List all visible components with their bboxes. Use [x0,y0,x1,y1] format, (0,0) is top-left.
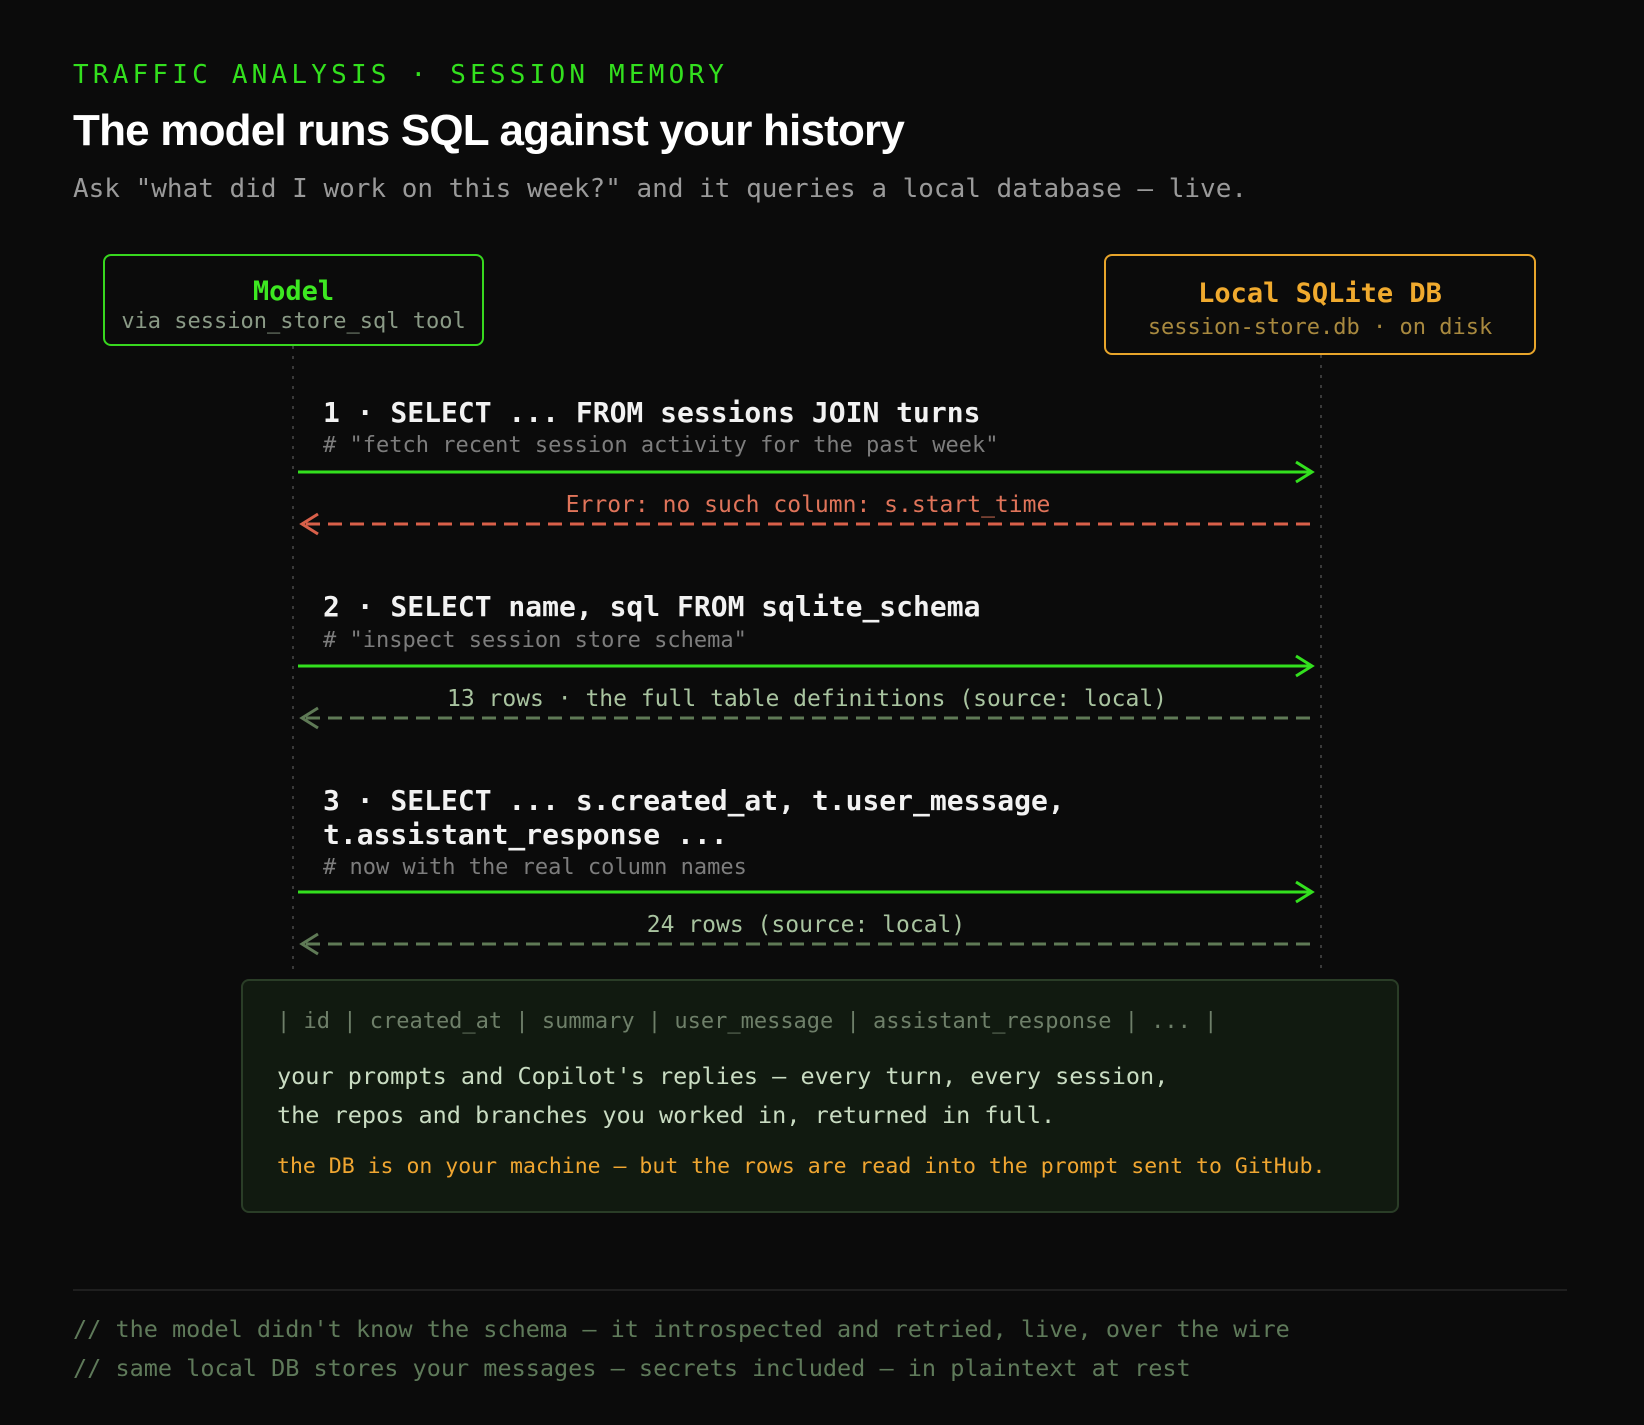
actor-model-name: Model [252,276,335,307]
actor-db: Local SQLite DB session-store.db · on di… [1104,254,1536,355]
step-3-query-line1: 3 · SELECT ... s.created_at, t.user_mess… [323,784,1065,817]
step-3-note: # now with the real column names [323,855,747,880]
footer-note-2: // same local DB stores your messages — … [73,1354,1191,1382]
actor-model: Model via session_store_sql tool [103,254,484,346]
footer-note-1: // the model didn't know the schema — it… [73,1315,1290,1343]
result-line-2: the repos and branches you worked in, re… [277,1101,1056,1129]
actor-model-sub: via session_store_sql tool [121,309,466,334]
step-2-response: 13 rows · the full table definitions (so… [446,686,1168,712]
result-line-1: your prompts and Copilot's replies — eve… [277,1062,1169,1090]
step-2-query: 2 · SELECT name, sql FROM sqlite_schema [323,590,981,623]
actor-db-sub: session-store.db · on disk [1147,315,1493,340]
step-1-query: 1 · SELECT ... FROM sessions JOIN turns [323,396,981,429]
step-3-query-line2: t.assistant_response ... [323,818,728,851]
step-2-note: # "inspect session store schema" [323,628,747,653]
step-1-note: # "fetch recent session activity for the… [323,433,999,458]
result-description: your prompts and Copilot's replies — eve… [277,1057,1168,1135]
result-warning: the DB is on your machine — but the rows… [277,1154,1326,1179]
result-columns-header: | id | created_at | summary | user_messa… [277,1009,1218,1034]
footer-divider [73,1289,1567,1291]
result-panel: | id | created_at | summary | user_messa… [241,979,1399,1213]
step-3-response: 24 rows (source: local) [646,912,966,938]
actor-db-name: Local SQLite DB [1198,278,1442,309]
step-1-response: Error: no such column: s.start_time [565,492,1051,518]
